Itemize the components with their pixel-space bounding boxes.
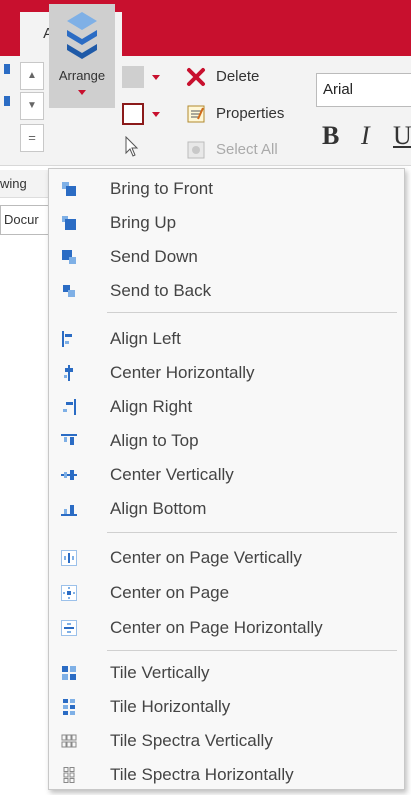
properties-label: Properties (216, 105, 285, 122)
center-vertically-icon (61, 470, 77, 480)
menu-item-send-to-back[interactable]: Send to Back (49, 274, 404, 308)
menu-item-label: Align Bottom (110, 499, 207, 518)
send-to-back-icon (63, 285, 75, 297)
tile-spectra-horizontally-icon (63, 767, 75, 783)
menu-item-center-on-page-vertically[interactable]: Center on Page Vertically (49, 541, 404, 575)
menu-separator (107, 312, 397, 313)
center-horizontally-icon (64, 365, 73, 381)
arrange-dropdown-caret (78, 90, 86, 95)
fill-color-dropdown-icon[interactable] (152, 75, 160, 80)
arrange-label: Arrange (58, 68, 106, 83)
outline-color-dropdown-icon[interactable] (152, 112, 160, 117)
bring-to-front-icon (62, 182, 76, 196)
send-down-icon (62, 250, 76, 264)
layers-icon (67, 12, 97, 59)
menu-item-label: Center on Page (110, 583, 230, 602)
delete-label: Delete (216, 68, 260, 85)
menu-item-align-to-top[interactable]: Align to Top (49, 424, 404, 458)
arrange-button[interactable]: Arrange (49, 4, 115, 108)
spin-down-button[interactable]: ▼ (20, 92, 44, 120)
align-bottom-icon (61, 505, 77, 516)
menu-item-label: Tile Horizontally (110, 697, 231, 716)
underline-button[interactable]: U (393, 121, 411, 151)
properties-icon (187, 105, 205, 123)
menu-item-label: Align Left (110, 329, 181, 348)
menu-item-center-on-page-horizontally[interactable]: Center on Page Horizontally (49, 611, 404, 645)
menu-item-label: Align Right (110, 397, 193, 416)
menu-separator (107, 532, 397, 533)
menu-item-label: Tile Spectra Horizontally (110, 765, 294, 784)
center-on-page-icon (61, 585, 77, 601)
align-right-icon (63, 399, 76, 415)
menu-item-label: Align to Top (110, 431, 199, 450)
menu-item-center-on-page[interactable]: Center on Page (49, 576, 404, 610)
delete-x-icon (187, 68, 205, 87)
tile-vertically-icon (62, 666, 76, 680)
background-document-tab[interactable]: Docur (0, 205, 50, 235)
menu-item-label: Send to Back (110, 281, 212, 300)
left-edge-icon (4, 64, 10, 74)
menu-item-label: Center Horizontally (110, 363, 255, 382)
menu-item-bring-to-front[interactable]: Bring to Front (49, 172, 404, 206)
properties-button[interactable]: Properties (186, 101, 284, 127)
select-all-icon (187, 141, 205, 159)
align-to-top-icon (61, 434, 77, 445)
menu-item-label: Tile Spectra Vertically (110, 731, 273, 750)
align-left-icon (62, 331, 72, 347)
center-on-page-vertically-icon (61, 550, 77, 566)
menu-item-align-right[interactable]: Align Right (49, 390, 404, 424)
menu-item-bring-up[interactable]: Bring Up (49, 206, 404, 240)
center-on-page-horizontally-icon (61, 620, 77, 636)
spin-up-button[interactable]: ▲ (20, 62, 44, 90)
menu-item-label: Center Vertically (110, 465, 234, 484)
bring-up-icon (62, 216, 76, 230)
font-name-combobox[interactable]: Arial (316, 73, 411, 107)
menu-item-label: Send Down (110, 247, 198, 266)
select-all-label: Select All (216, 141, 278, 158)
menu-item-label: Bring to Front (110, 179, 213, 198)
menu-item-label: Center on Page Horizontally (110, 618, 323, 637)
menu-item-tile-spectra-vertically[interactable]: Tile Spectra Vertically (49, 724, 404, 758)
bold-button[interactable]: B (322, 121, 339, 151)
menu-item-tile-vertically[interactable]: Tile Vertically (49, 656, 404, 690)
menu-item-tile-horizontally[interactable]: Tile Horizontally (49, 690, 404, 724)
menu-item-send-down[interactable]: Send Down (49, 240, 404, 274)
select-all-button[interactable]: Select All (186, 137, 278, 163)
menu-separator (107, 650, 397, 651)
menu-item-align-left[interactable]: Align Left (49, 322, 404, 356)
menu-item-center-horizontally[interactable]: Center Horizontally (49, 356, 404, 390)
left-edge-icon (4, 96, 10, 106)
menu-item-tile-spectra-horizontally[interactable]: Tile Spectra Horizontally (49, 758, 404, 792)
menu-item-center-vertically[interactable]: Center Vertically (49, 458, 404, 492)
background-row-label: wing (0, 170, 50, 198)
outline-color-swatch[interactable] (122, 103, 144, 125)
menu-item-label: Center on Page Vertically (110, 548, 302, 567)
arrange-dropdown-menu: Bring to Front Bring Up Send Down Send t… (48, 168, 405, 790)
fill-color-swatch[interactable] (122, 66, 144, 88)
delete-button[interactable]: Delete (186, 64, 259, 90)
equals-button[interactable]: = (20, 124, 44, 152)
menu-item-align-bottom[interactable]: Align Bottom (49, 492, 404, 526)
tile-horizontally-icon (63, 699, 75, 715)
cursor-icon (125, 136, 139, 157)
menu-item-label: Tile Vertically (110, 663, 210, 682)
tile-spectra-vertically-icon (61, 734, 77, 748)
italic-button[interactable]: I (361, 121, 370, 151)
menu-item-label: Bring Up (110, 213, 177, 232)
